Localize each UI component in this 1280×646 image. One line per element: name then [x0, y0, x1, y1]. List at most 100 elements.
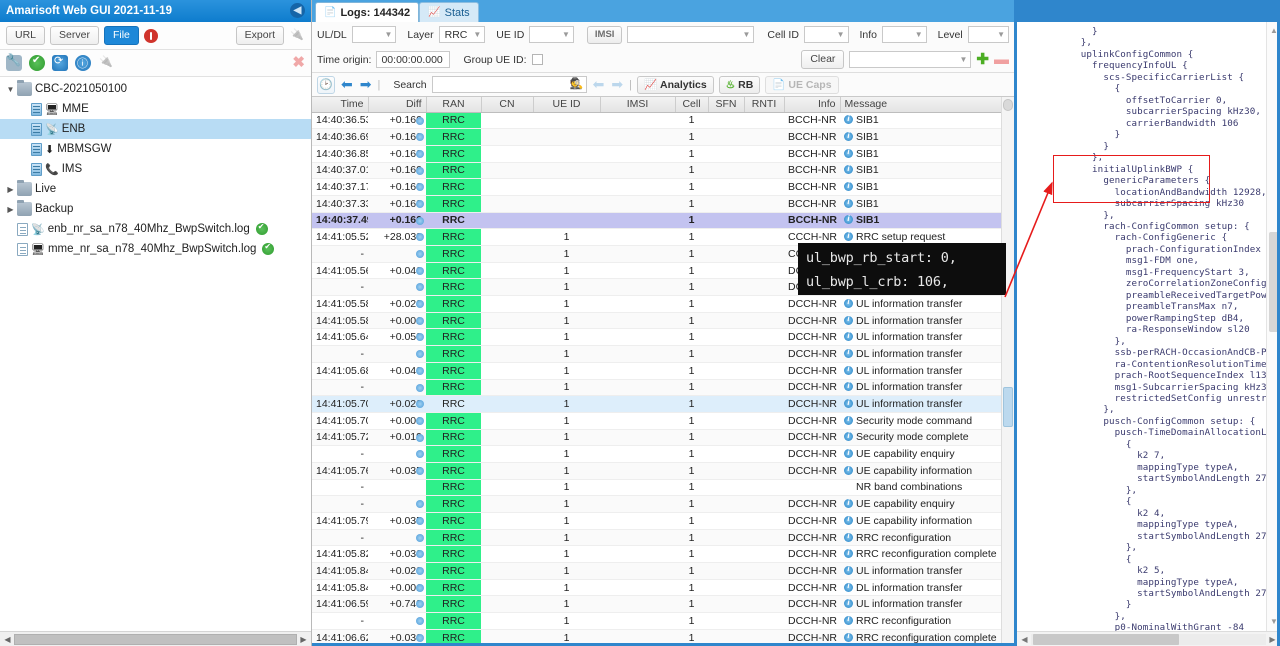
tab-logs[interactable]: 📄 Logs: 144342	[315, 2, 420, 22]
expand-dot-icon[interactable]	[416, 316, 424, 325]
log-table-vscrollbar[interactable]	[1001, 97, 1014, 643]
column-header-info[interactable]: Info	[784, 97, 841, 113]
info-icon[interactable]	[844, 598, 853, 609]
info-icon[interactable]	[844, 197, 853, 208]
scroll-track[interactable]	[14, 633, 297, 645]
table-row[interactable]: 14:40:36.533+0.160RRC 1 BCCH-NRSIB1	[312, 112, 1014, 130]
plug-icon[interactable]	[289, 28, 305, 44]
tree-item-mme-nr-sa-n78-40mhz-bwpswitch-log[interactable]: 🖥 mme_nr_sa_n78_40Mhz_BwpSwitch.log	[0, 239, 311, 259]
expand-dot-icon[interactable]	[416, 199, 424, 208]
config-hscrollbar[interactable]: ◀ ▶	[1017, 631, 1280, 646]
table-row[interactable]: - RRC 1 1 NR band combinations	[312, 479, 1014, 497]
info-icon[interactable]	[844, 314, 853, 325]
info-icon[interactable]	[844, 414, 853, 425]
info-icon[interactable]	[844, 181, 853, 192]
tab-stats[interactable]: 📈 Stats	[419, 2, 479, 22]
expand-dot-icon[interactable]	[416, 433, 424, 442]
table-row[interactable]: - RRC 1 1 DCCH-NRUE capability enquiry	[312, 445, 1014, 463]
table-row[interactable]: 14:41:05.796+0.035RRC 1 1 DCCH-NRUE capabil…	[312, 512, 1014, 530]
export-button[interactable]: Export	[235, 26, 284, 45]
column-header-time[interactable]: Time	[312, 97, 369, 113]
table-row[interactable]: - RRC 1 1 DCCH-NRDL information transfer	[312, 379, 1014, 397]
expand-dot-icon[interactable]	[416, 283, 424, 292]
info-icon[interactable]	[844, 381, 853, 392]
table-row[interactable]: 14:41:05.586+0.020RRC 1 1 DCCH-NRUL informa…	[312, 295, 1014, 313]
info-icon[interactable]	[844, 214, 853, 225]
find-prev-icon[interactable]: ⬅	[592, 76, 606, 93]
expand-dot-icon[interactable]	[416, 633, 424, 642]
time-origin-input[interactable]: 00:00:00.000	[376, 51, 451, 68]
table-row[interactable]: - RRC 1 1 DCCH-NRRRC reconfiguration	[312, 612, 1014, 630]
nav-next-icon[interactable]: ➡	[359, 76, 373, 93]
refresh-icon[interactable]	[52, 54, 68, 71]
info-icon[interactable]	[844, 498, 853, 509]
info-icon[interactable]	[844, 331, 853, 342]
table-body[interactable]: 14:40:36.533+0.160RRC1BCCH-NRSIB114:40:3…	[312, 112, 1014, 643]
info-icon[interactable]	[844, 398, 853, 409]
scroll-right-icon[interactable]: ▶	[297, 635, 310, 644]
expand-dot-icon[interactable]	[416, 333, 424, 342]
table-row[interactable]: 14:41:05.826+0.030RRC 1 1 DCCH-NRRRC reconf…	[312, 545, 1014, 564]
column-header-rnti[interactable]: RNTI	[744, 97, 785, 113]
expand-dot-icon[interactable]	[416, 300, 424, 309]
tree-item-enb[interactable]: 📡 ENB	[0, 119, 311, 139]
info-icon[interactable]	[844, 131, 853, 142]
expand-dot-icon[interactable]	[416, 149, 424, 158]
info-icon[interactable]	[844, 364, 853, 375]
tree-twisty-icon[interactable]: ▼	[4, 85, 17, 94]
table-row[interactable]: 14:40:37.493+0.160RRC 1 BCCH-NRSIB1	[312, 212, 1014, 230]
sidebar-hscrollbar[interactable]: ◀ ▶	[0, 631, 311, 646]
scroll-left-icon[interactable]: ◀	[1018, 635, 1031, 644]
column-header-ran[interactable]: RAN	[426, 97, 482, 113]
binoculars-icon[interactable]: 🕵	[570, 77, 584, 90]
tree-twisty-icon[interactable]: ▶	[4, 205, 17, 214]
info-icon[interactable]	[844, 581, 853, 592]
url-button[interactable]: URL	[6, 26, 46, 45]
close-icon[interactable]: ✖	[292, 55, 305, 70]
imsi-button[interactable]: IMSI	[586, 25, 623, 44]
expand-dot-icon[interactable]	[416, 383, 424, 392]
info-icon[interactable]	[844, 548, 853, 559]
info-icon[interactable]	[844, 614, 853, 625]
table-row[interactable]: 14:41:05.847+0.001RRC 1 1 DCCH-NRDL informa…	[312, 579, 1014, 597]
column-header-ue-id[interactable]: UE ID	[533, 97, 601, 113]
uldl-select[interactable]: ▼	[351, 26, 397, 43]
table-row[interactable]: 14:40:36.693+0.160RRC 1 BCCH-NRSIB1	[312, 128, 1014, 146]
expand-dot-icon[interactable]	[416, 550, 424, 559]
column-header-sfn[interactable]: SFN	[708, 97, 745, 113]
tree-item-cbc-2021050100[interactable]: ▼ CBC-2021050100	[0, 79, 311, 99]
table-row[interactable]: 14:41:05.587+0.001RRC 1 1 DCCH-NRDL informa…	[312, 312, 1014, 330]
file-tree[interactable]: ▼ CBC-2021050100 🖥 MME 📡 ENB ⬇ MBMSGW 📞 IMS ▶ Live ▶…	[0, 77, 311, 631]
info-icon[interactable]	[75, 55, 91, 71]
table-row[interactable]: 14:41:06.626+0.030RRC 1 1 DCCH-NRRRC reconf…	[312, 629, 1014, 643]
column-header-diff[interactable]: Diff	[368, 97, 427, 113]
expand-dot-icon[interactable]	[416, 466, 424, 475]
ueid-select[interactable]: ▼	[529, 26, 574, 43]
expand-dot-icon[interactable]	[416, 233, 424, 242]
table-row[interactable]: 14:40:36.853+0.160RRC 1 BCCH-NRSIB1	[312, 145, 1014, 163]
expand-dot-icon[interactable]	[416, 183, 424, 192]
table-row[interactable]: 14:40:37.013+0.160RRC 1 BCCH-NRSIB1	[312, 162, 1014, 180]
scroll-thumb[interactable]	[14, 633, 297, 645]
expand-dot-icon[interactable]	[416, 250, 424, 258]
expand-dot-icon[interactable]	[416, 400, 424, 409]
column-header-cn[interactable]: CN	[481, 97, 534, 113]
info-icon[interactable]	[844, 431, 853, 442]
expand-dot-icon[interactable]	[416, 216, 424, 225]
column-header-imsi[interactable]: IMSI	[600, 97, 676, 113]
search-input[interactable]	[431, 76, 587, 93]
info-icon[interactable]	[844, 114, 853, 125]
check-icon[interactable]	[29, 55, 45, 71]
tree-item-mme[interactable]: 🖥 MME	[0, 99, 311, 119]
group-ueid-checkbox[interactable]	[531, 54, 543, 65]
table-row[interactable]: 14:41:05.707+0.001RRC 1 1 DCCH-NRSecurity m…	[312, 412, 1014, 430]
scroll-thumb-top[interactable]	[1003, 99, 1013, 111]
collapse-sidebar-icon[interactable]: ◀	[290, 3, 305, 18]
connect-icon[interactable]	[98, 55, 114, 71]
table-row[interactable]: 14:41:05.846+0.020RRC 1 1 DCCH-NRUL informa…	[312, 562, 1014, 580]
config-text-area[interactable]: } }, uplinkConfigCommon { frequencyInfoU…	[1017, 22, 1280, 631]
info-icon[interactable]	[844, 531, 853, 542]
expand-dot-icon[interactable]	[416, 517, 424, 525]
nav-prev-icon[interactable]: ⬅	[340, 76, 354, 93]
expand-dot-icon[interactable]	[416, 450, 424, 459]
